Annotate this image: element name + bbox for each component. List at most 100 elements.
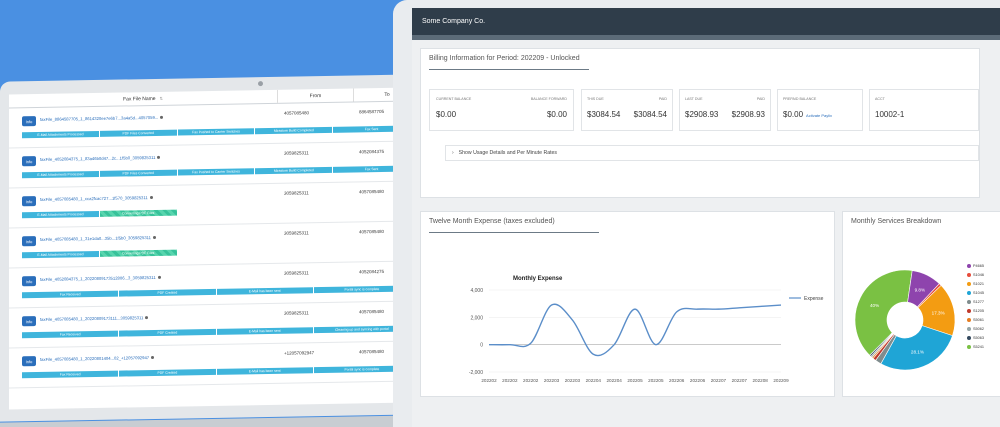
laptop-base [0, 415, 425, 427]
x-tick-label: 202208 [752, 378, 768, 383]
slice-label: 28.1% [911, 350, 924, 355]
x-tick-label: 202202 [481, 378, 497, 383]
x-tick-label: 202207 [711, 378, 727, 383]
fax-file-link[interactable]: faxFile_4057085480_1_cca2fcac727...1f570… [40, 195, 148, 202]
services-breakdown-chart: 40% 9.8% 17.3% 28.1% [854, 269, 956, 371]
status-segment: Converting PDF Files [99, 209, 177, 217]
to-number: 4057085480 [359, 348, 385, 355]
billing-title: Billing Information for Period: 202209 -… [429, 55, 580, 62]
x-tick-label: 202207 [732, 378, 748, 383]
info-button[interactable]: Info [22, 156, 36, 167]
legend-dot-icon [967, 300, 971, 304]
fax-file-link[interactable]: faxFile_4057085480_1_20220801404...02_+1… [40, 355, 149, 362]
info-button[interactable]: Info [22, 276, 36, 287]
info-button[interactable]: Info [22, 116, 36, 127]
info-button[interactable]: Info [22, 316, 36, 327]
monitor: Some Company Co. Billing Information for… [393, 0, 1000, 427]
activate-paylix-link[interactable]: Activate Paylix [806, 113, 832, 118]
slice-label: 9.8% [915, 287, 925, 292]
legend-dot-icon [967, 318, 971, 322]
legend-item[interactable]: S1045 [967, 291, 984, 295]
status-bar: Fax Received PDF Created E-Mail has been s… [22, 365, 410, 379]
status-segment: E-Mail Attachments Processed [22, 130, 99, 139]
status-segment: E-Mail Attachments Processed [22, 250, 99, 259]
y-tick-label: -2,000 [469, 370, 483, 376]
dashboard-screen: Some Company Co. Billing Information for… [412, 8, 1000, 427]
to-number: 4057085480 [359, 188, 385, 195]
preview-icon[interactable] [160, 116, 164, 120]
legend-label: Expense [804, 296, 824, 302]
status-segment: Fax Pushed to Carrier Switches [177, 128, 255, 136]
legend-label: S5241 [973, 345, 984, 349]
fax-file-link[interactable]: faxFile_8864587705_1_8614320ee7e6b7...3a… [40, 115, 158, 122]
info-button[interactable]: Info [22, 356, 36, 367]
fax-row[interactable]: Info faxFile_4057085480_1_20220801404...… [9, 341, 420, 389]
status-segment: PDF Created [119, 288, 216, 297]
x-tick-label: 202203 [544, 378, 560, 383]
status-bar: E-Mail Attachments Processed Converting P… [22, 246, 410, 259]
preview-icon[interactable] [145, 316, 149, 320]
monthly-expense-chart: Monthly Expense 4,000 2,000 0 -2,000 202202 20… [469, 276, 824, 383]
fax-file-link[interactable]: faxFile_4057085480_1_20220809173111...30… [40, 315, 143, 322]
column-header-from[interactable]: From [277, 88, 353, 103]
from-number: 3059825311 [284, 310, 309, 316]
fax-list-screen: Fax File Name ⇅ From To Info faxFile_8864… [9, 87, 420, 410]
current-balance: $0.00 [436, 110, 457, 119]
status-segment: E-Mail has been sent [216, 367, 313, 375]
legend-dot-icon [967, 327, 971, 331]
to-number: 8864587705 [359, 108, 385, 115]
from-number: 3059825311 [284, 190, 309, 196]
breakdown-card: Monthly Services Breakdown 40% 9.8% 17.3% 2… [842, 211, 1000, 397]
legend-item[interactable]: S1205 [967, 309, 984, 313]
preview-icon[interactable] [151, 356, 155, 360]
preview-icon[interactable] [149, 196, 153, 200]
this-due: $3084.54 [587, 110, 621, 119]
legend-item[interactable]: S5063 [967, 336, 984, 340]
status-segment: Mirastore Build Completed [255, 166, 333, 175]
fax-file-link[interactable]: faxFile_4052084375_1_20220809173512806..… [40, 275, 156, 282]
usage-details-toggle[interactable]: › Show Usage Details and Per Minute Rate… [445, 145, 979, 161]
preview-icon[interactable] [153, 236, 156, 240]
sort-icon[interactable]: ⇅ [160, 96, 163, 101]
legend-item[interactable]: P4665 [967, 264, 984, 268]
acct-stat: ACCT 10002-1 [869, 89, 979, 131]
y-tick-label: 0 [480, 343, 483, 349]
from-number: +12057092947 [284, 350, 315, 356]
legend-item[interactable]: S5061 [967, 318, 984, 322]
status-bar: E-Mail Attachments Processed Converting P… [22, 206, 410, 219]
legend-dot-icon [967, 273, 971, 277]
x-tick-label: 202209 [773, 378, 789, 383]
prepaid-balance: $0.00 [783, 110, 804, 119]
legend-label: S5062 [973, 327, 984, 331]
legend-item[interactable]: S5062 [967, 327, 984, 331]
preview-icon[interactable] [157, 156, 161, 160]
this-paid: $3084.54 [633, 110, 667, 119]
x-tick-label: 202206 [690, 378, 706, 383]
laptop-left: Fax File Name ⇅ From To Info faxFile_8864… [0, 74, 425, 427]
chart-title: Monthly Expense [513, 276, 563, 282]
from-number: 3059825311 [284, 230, 309, 236]
info-button[interactable]: Info [22, 196, 36, 207]
preview-icon[interactable] [157, 276, 161, 280]
slice-label: 17.3% [932, 310, 945, 315]
legend-item[interactable]: S1046 [967, 273, 984, 277]
fax-file-link[interactable]: faxFile_4052084375_1_83a46b0d47...2c...1… [40, 155, 155, 162]
status-segment: PDF Created [119, 328, 216, 337]
info-button[interactable]: Info [22, 236, 36, 247]
status-bar: Fax Received PDF Created E-Mail has been s… [22, 325, 410, 339]
from-number: 3059825311 [284, 150, 309, 156]
x-tick-label: 202202 [523, 378, 539, 383]
fax-file-link[interactable]: faxFile_4057085480_1_31e1da0...35b...1f5… [40, 235, 151, 242]
from-number: 3059825311 [284, 270, 309, 276]
prepaid-stat: PREPAID BALANCE $0.00 Activate Paylix [777, 89, 863, 131]
status-bar: E-Mail Attachments Processed PDF Files Co… [22, 165, 410, 179]
legend-label: S1277 [973, 300, 984, 304]
legend-item[interactable]: S1277 [967, 300, 984, 304]
legend-item[interactable]: S5241 [967, 345, 984, 349]
last-due-stat: LAST DUE PAID $2908.93 $2908.93 [679, 89, 771, 131]
legend-label: S5063 [973, 336, 984, 340]
status-segment: E-Mail Attachments Processed [22, 170, 99, 179]
legend-label: S1021 [973, 282, 984, 286]
legend-item[interactable]: S1021 [967, 282, 984, 286]
legend-dot-icon [967, 282, 971, 286]
